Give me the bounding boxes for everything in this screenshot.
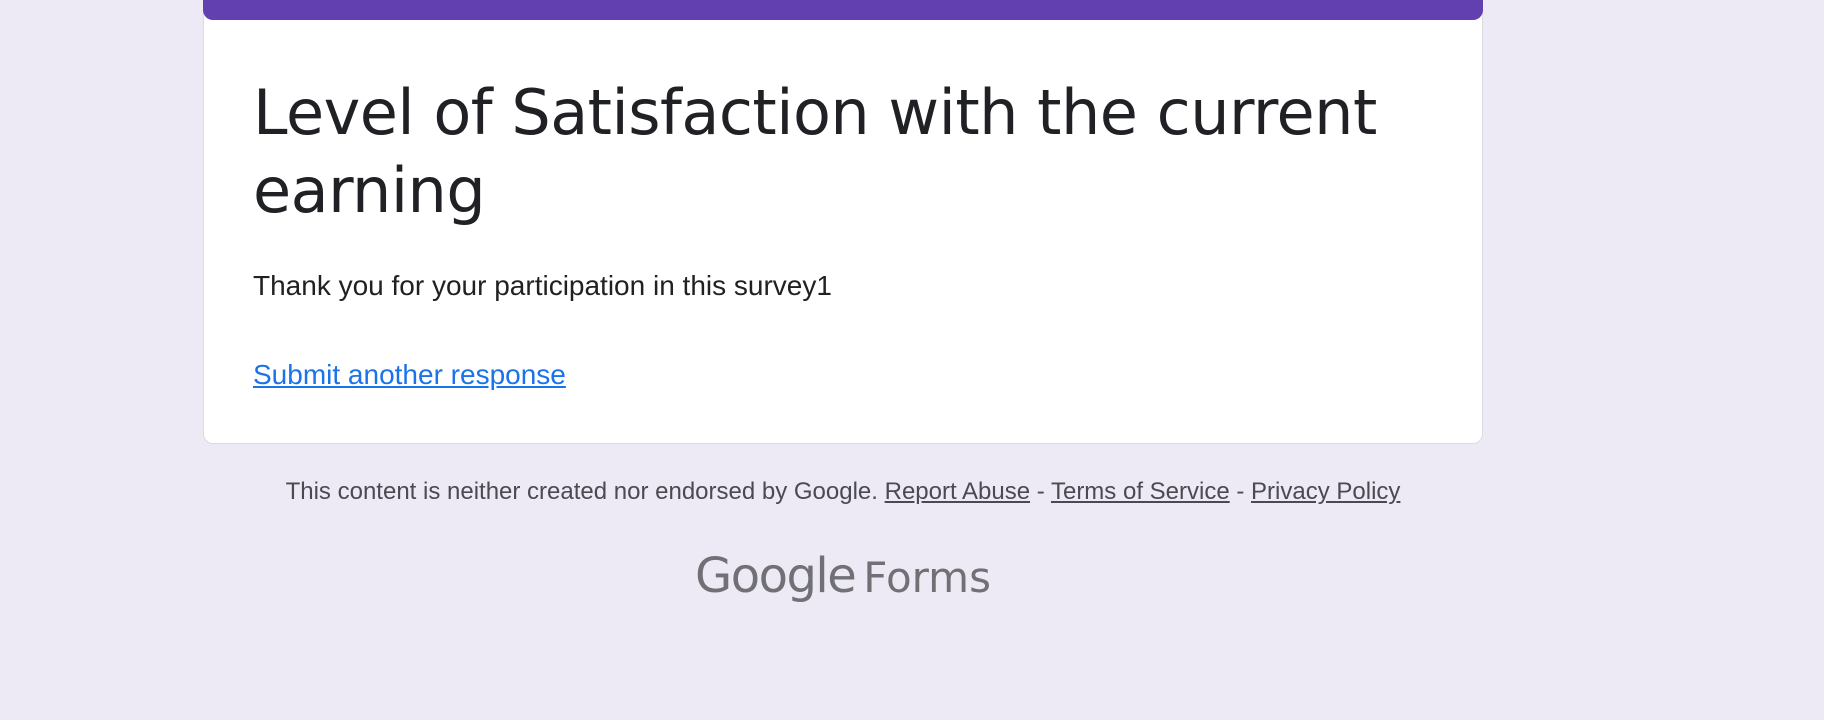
confirmation-message: Thank you for your participation in this…	[253, 270, 832, 301]
google-wordmark: Google	[695, 548, 857, 604]
footer-separator: -	[1236, 478, 1245, 505]
submit-another-response-link[interactable]: Submit another response	[253, 357, 566, 393]
google-forms-logo[interactable]: Google Forms	[203, 548, 1483, 615]
report-abuse-link[interactable]: Report Abuse	[885, 478, 1030, 505]
card-accent-bar	[203, 0, 1483, 20]
response-card: Level of Satisfaction with the current e…	[203, 0, 1483, 444]
terms-of-service-link[interactable]: Terms of Service	[1051, 478, 1230, 505]
privacy-policy-link[interactable]: Privacy Policy	[1251, 478, 1400, 505]
disclaimer-text: This content is neither created nor endo…	[285, 478, 878, 505]
form-title: Level of Satisfaction with the current e…	[253, 76, 1377, 227]
footer-separator: -	[1036, 478, 1045, 505]
footer-disclaimer: This content is neither created nor endo…	[203, 474, 1483, 510]
forms-wordmark: Forms	[863, 553, 991, 602]
